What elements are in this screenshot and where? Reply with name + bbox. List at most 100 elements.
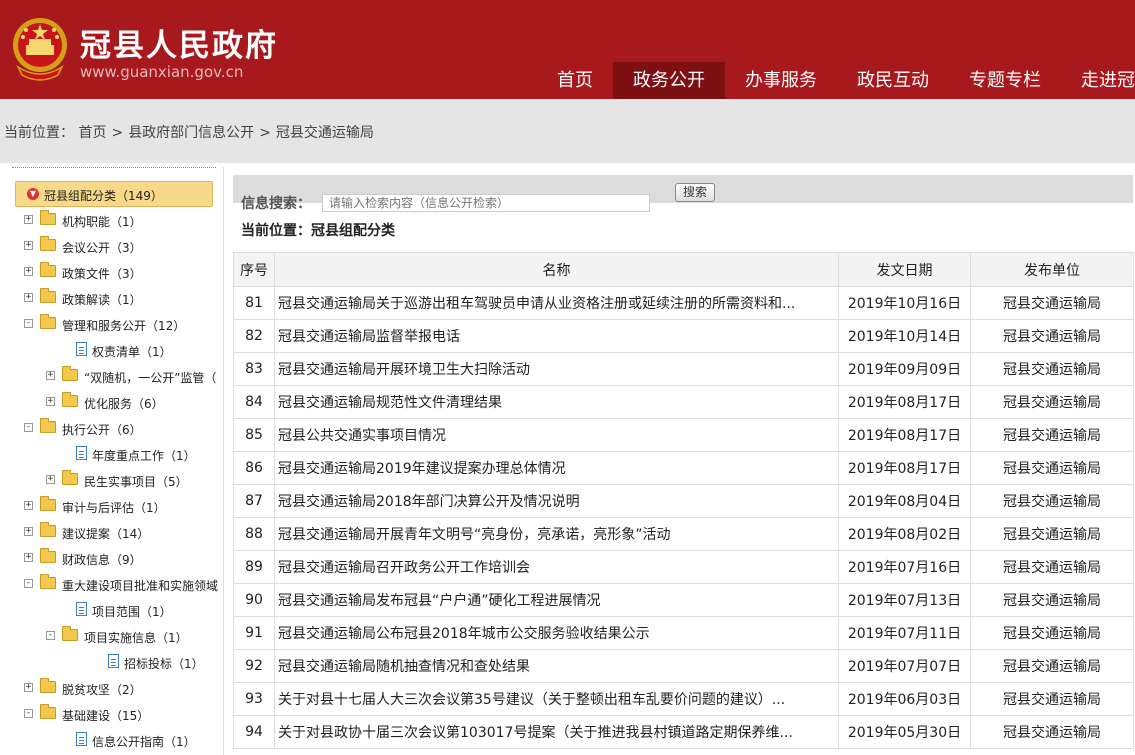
category-sidebar: ▼ 冠县组配分类（149） + 机构职能（1） + 会议公开（3） + 政策文件（3） + 政…: [8, 167, 224, 755]
collapse-icon[interactable]: -: [24, 319, 33, 328]
tree-node[interactable]: + 民生实事项目（5）: [8, 470, 223, 490]
search-input[interactable]: [322, 194, 650, 212]
tree-node[interactable]: + 财政信息（9）: [8, 548, 223, 568]
row-title-link[interactable]: 冠县交通运输局召开政务公开工作培训会: [274, 550, 839, 584]
table-row: 91 冠县交通运输局公布冠县2018年城市公交服务验收结果公示 2019年07月11…: [233, 616, 1134, 650]
folder-icon: [40, 236, 56, 251]
expand-icon[interactable]: +: [24, 241, 33, 250]
row-title-link[interactable]: 关于对县十七届人大三次会议第35号建议（关于整顿出租车乱要价问题的建议）...: [274, 682, 839, 716]
site-url: www.guanxian.gov.cn: [80, 63, 244, 81]
folder-icon: [40, 574, 56, 589]
tree-node[interactable]: - 项目实施信息（1）: [8, 626, 223, 646]
row-title-link[interactable]: 冠县交通运输局公布冠县2018年城市公交服务验收结果公示: [274, 616, 839, 650]
table-row: 90 冠县交通运输局发布冠县“户户通”硬化工程进展情况 2019年07月13日 冠县交…: [233, 583, 1134, 617]
row-title-link[interactable]: 关于对县政协十届三次会议第103017号提案（关于推进我县村镇道路定期保养维..…: [274, 715, 839, 749]
collapse-circle-icon[interactable]: ▼: [27, 188, 39, 200]
breadcrumb-dept-link[interactable]: 县政府部门信息公开: [128, 125, 254, 141]
table-header-row: 序号 名称 发文日期 发布单位: [233, 252, 1134, 287]
row-title-link[interactable]: 冠县交通运输局开展环境卫生大扫除活动: [274, 352, 839, 386]
tree-node[interactable]: - 执行公开（6）: [8, 418, 223, 438]
nav-item[interactable]: 政民互动: [837, 62, 949, 99]
expand-icon[interactable]: +: [46, 397, 55, 406]
tree-node[interactable]: + 审计与后评估（1）: [8, 496, 223, 516]
table-row: 83 冠县交通运输局开展环境卫生大扫除活动 2019年09月09日 冠县交通运输局: [233, 352, 1134, 386]
tree-node[interactable]: 权责清单（1）: [8, 340, 223, 360]
table-row: 94 关于对县政协十届三次会议第103017号提案（关于推进我县村镇道路定期保养维…: [233, 715, 1134, 749]
tree-node[interactable]: + 会议公开（3）: [8, 236, 223, 256]
breadcrumb-home-link[interactable]: 首页: [78, 125, 106, 141]
expand-icon[interactable]: +: [24, 293, 33, 302]
tree-node-label: 建议提案（14）: [62, 527, 150, 541]
row-date: 2019年07月07日: [838, 649, 971, 683]
folder-icon: [62, 626, 78, 641]
tree-node[interactable]: + “双随机，一公开”监管（: [8, 366, 223, 386]
tree-node-label: 项目实施信息（1）: [84, 631, 188, 645]
tree-node[interactable]: 项目范围（1）: [8, 600, 223, 620]
document-icon: [108, 654, 119, 668]
nav-item[interactable]: 办事服务: [725, 62, 837, 99]
tree-node[interactable]: + 政策文件（3）: [8, 262, 223, 282]
tree-root-item[interactable]: ▼ 冠县组配分类（149）: [15, 181, 213, 207]
row-date: 2019年09月09日: [838, 352, 971, 386]
expand-icon[interactable]: +: [24, 215, 33, 224]
row-number: 86: [233, 451, 275, 485]
row-publisher: 冠县交通运输局: [970, 649, 1134, 683]
row-title-link[interactable]: 冠县交通运输局随机抽查情况和查处结果: [274, 649, 839, 683]
tree-node[interactable]: - 管理和服务公开（12）: [8, 314, 223, 334]
tree-node-label: 招标投标（1）: [124, 657, 204, 671]
row-title-link[interactable]: 冠县交通运输局开展青年文明号“亮身份，亮承诺，亮形象”活动: [274, 517, 839, 551]
expand-icon[interactable]: +: [24, 267, 33, 276]
nav-item[interactable]: 首页: [537, 62, 613, 99]
expand-icon[interactable]: +: [24, 501, 33, 510]
tree-node[interactable]: 年度重点工作（1）: [8, 444, 223, 464]
row-date: 2019年10月14日: [838, 319, 971, 353]
tree-node[interactable]: + 建议提案（14）: [8, 522, 223, 542]
folder-icon: [40, 314, 56, 329]
tree-node-label: 脱贫攻坚（2）: [62, 683, 142, 697]
table-row: 86 冠县交通运输局2019年建议提案办理总体情况 2019年08月17日 冠县交通运…: [233, 451, 1134, 485]
tree-node[interactable]: 招标投标（1）: [8, 652, 223, 672]
table-row: 87 冠县交通运输局2018年部门决算公开及情况说明 2019年08月04日 冠县交通…: [233, 484, 1134, 518]
row-title-link[interactable]: 冠县交通运输局2018年部门决算公开及情况说明: [274, 484, 839, 518]
row-title-link[interactable]: 冠县交通运输局关于巡游出租车驾驶员申请从业资格注册或延续注册的所需资料和...: [274, 286, 839, 320]
tree-node[interactable]: + 脱贫攻坚（2）: [8, 678, 223, 698]
row-title-link[interactable]: 冠县交通运输局2019年建议提案办理总体情况: [274, 451, 839, 485]
row-title-link[interactable]: 冠县交通运输局监督举报电话: [274, 319, 839, 353]
main-nav: 首页 政务公开 办事服务 政民互动 专题专栏 走进冠: [537, 62, 1135, 99]
breadcrumb-bureau-link[interactable]: 冠县交通运输局: [276, 125, 374, 141]
search-button[interactable]: 搜索: [675, 183, 715, 202]
site-header: 冠县人民政府 www.guanxian.gov.cn 首页 政务公开 办事服务 政民互…: [0, 0, 1135, 99]
folder-icon: [40, 210, 56, 225]
row-title-link[interactable]: 冠县交通运输局发布冠县“户户通”硬化工程进展情况: [274, 583, 839, 617]
row-title-link[interactable]: 冠县交通运输局规范性文件清理结果: [274, 385, 839, 419]
expand-icon[interactable]: +: [24, 683, 33, 692]
expand-icon[interactable]: +: [46, 475, 55, 484]
tree-node-label: 执行公开（6）: [62, 423, 142, 437]
row-publisher: 冠县交通运输局: [970, 418, 1134, 452]
nav-item[interactable]: 专题专栏: [949, 62, 1061, 99]
tree-node[interactable]: + 政策解读（1）: [8, 288, 223, 308]
folder-icon: [40, 704, 56, 719]
nav-item[interactable]: 走进冠: [1061, 62, 1135, 99]
collapse-icon[interactable]: -: [24, 709, 33, 718]
row-date: 2019年06月03日: [838, 682, 971, 716]
tree-node-label: 机构职能（1）: [62, 215, 142, 229]
table-row: 88 冠县交通运输局开展青年文明号“亮身份，亮承诺，亮形象”活动 2019年08月0…: [233, 517, 1134, 551]
collapse-icon[interactable]: -: [46, 631, 55, 640]
tree-node[interactable]: + 机构职能（1）: [8, 210, 223, 230]
tree-node[interactable]: - 重大建设项目批准和实施领域: [8, 574, 223, 594]
table-row: 93 关于对县十七届人大三次会议第35号建议（关于整顿出租车乱要价问题的建议）..…: [233, 682, 1134, 716]
expand-icon[interactable]: +: [24, 553, 33, 562]
breadcrumb-separator: >: [111, 125, 124, 141]
tree-node[interactable]: - 基础建设（15）: [8, 704, 223, 724]
folder-icon: [40, 522, 56, 537]
collapse-icon[interactable]: -: [24, 579, 33, 588]
expand-icon[interactable]: +: [24, 527, 33, 536]
expand-icon[interactable]: +: [46, 371, 55, 380]
tree-node-label: 权责清单（1）: [92, 345, 172, 359]
row-title-link[interactable]: 冠县公共交通实事项目情况: [274, 418, 839, 452]
tree-node[interactable]: 信息公开指南（1）: [8, 730, 223, 750]
nav-item[interactable]: 政务公开: [613, 62, 725, 99]
collapse-icon[interactable]: -: [24, 423, 33, 432]
tree-node[interactable]: + 优化服务（6）: [8, 392, 223, 412]
